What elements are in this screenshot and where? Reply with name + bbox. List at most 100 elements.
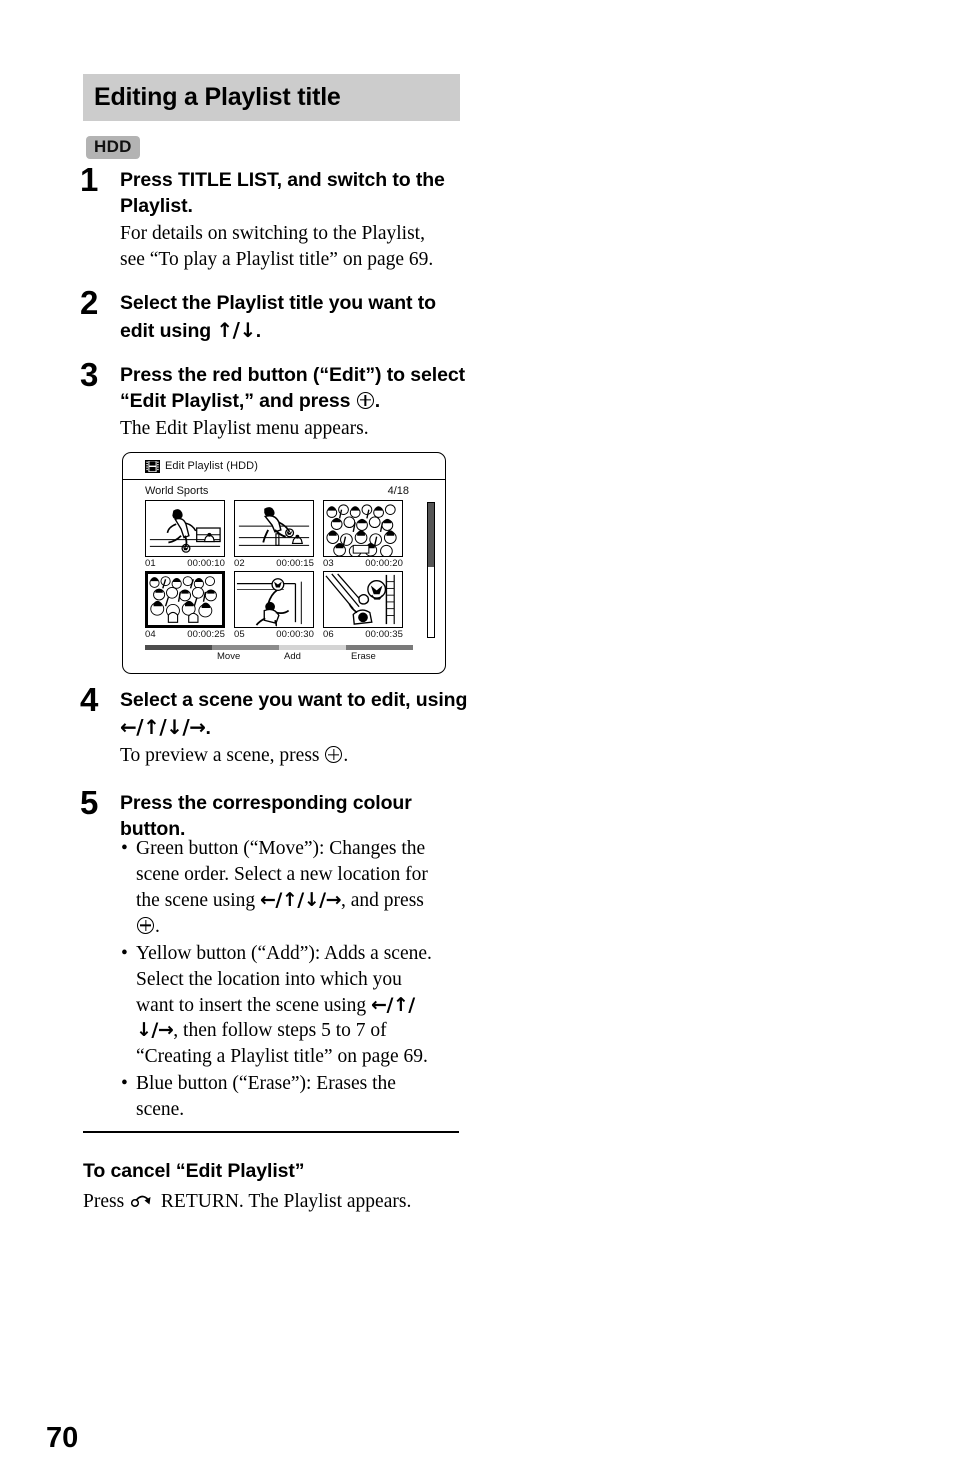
scene-meta: 02 00:00:15 xyxy=(234,557,314,569)
step-number: 4 xyxy=(80,681,99,718)
scene-number: 01 xyxy=(145,558,156,569)
scene-thumbnail-04[interactable] xyxy=(145,571,225,628)
step-heading-line2-pre: “Edit Playlist,” and press xyxy=(120,389,351,412)
enter-button-icon xyxy=(137,916,154,934)
colour-label-move: Move xyxy=(217,651,241,662)
scene-meta: 04 00:00:25 xyxy=(145,628,225,640)
step-body: The Edit Playlist menu appears. xyxy=(120,416,470,442)
scene-thumbnail-05[interactable] xyxy=(234,571,314,628)
bullet-yellow-button: Yellow button (“Add”): Adds a scene. Sel… xyxy=(120,941,470,1071)
cancel-body-pre: Press xyxy=(83,1191,125,1212)
scene-time: 00:00:35 xyxy=(365,629,403,640)
page-title: Editing a Playlist title xyxy=(94,83,341,111)
enter-button-icon xyxy=(325,746,343,764)
step-heading-line2-post: . xyxy=(205,716,211,739)
step-heading-line2-pre: edit using xyxy=(120,320,217,343)
step-body-line2: see “To play a Playlist title” on page 6… xyxy=(120,249,434,271)
step-heading: Select a scene you want to edit, using ←… xyxy=(120,688,470,741)
step-number: 1 xyxy=(80,161,99,198)
bullet-blue-button: Blue button (“Erase”): Erases the scene. xyxy=(120,1071,470,1123)
scene-number: 06 xyxy=(323,629,334,640)
scene-cell[interactable]: 05 00:00:30 xyxy=(234,571,314,640)
scene-thumbnail-06[interactable] xyxy=(323,571,403,628)
step-heading-line1: Select the Playlist title you want to xyxy=(120,292,436,315)
scene-cell[interactable]: 01 00:00:10 xyxy=(145,500,225,569)
step-body-line1: For details on switching to the Playlist… xyxy=(120,223,425,245)
step-body: For details on switching to the Playlist… xyxy=(120,221,470,273)
direction-arrows-icon: ←/↑/↓/→ xyxy=(260,888,342,911)
scene-thumbnail-01[interactable] xyxy=(145,500,225,557)
step-body: To preview a scene, press . xyxy=(120,743,470,769)
section-title-band: Editing a Playlist title xyxy=(83,74,460,121)
scene-meta: 05 00:00:30 xyxy=(234,628,314,640)
bullet-line2: scene. xyxy=(136,1099,185,1121)
scene-time: 00:00:25 xyxy=(187,629,225,640)
scene-cell[interactable]: 03 00:00:20 xyxy=(323,500,403,569)
colour-label-erase: Erase xyxy=(351,651,376,662)
step-number: 2 xyxy=(80,284,99,322)
scene-thumbnail-02[interactable] xyxy=(234,500,314,557)
step-1: 1 Press TITLE LIST, and switch to the Pl… xyxy=(80,163,470,273)
scrollbar-thumb[interactable] xyxy=(428,503,434,568)
manual-page: Editing a Playlist title HDD 1 Press TIT… xyxy=(0,0,954,1483)
colour-bar-segment-yellow xyxy=(279,645,346,650)
step-heading: Select the Playlist title you want to ed… xyxy=(120,291,470,344)
bullet-line2: scene order. Select a new location for xyxy=(136,863,428,885)
colour-button-descriptions: Green button (“Move”): Changes the scene… xyxy=(120,836,470,1124)
colour-bar-segment-blue xyxy=(346,645,413,650)
status-badge: HDD xyxy=(86,136,140,159)
colour-button-bar xyxy=(145,645,413,650)
direction-arrows-icon: ←/↑/ xyxy=(371,993,415,1016)
scene-time: 00:00:15 xyxy=(276,558,314,569)
colour-button-labels: Move Add Erase xyxy=(145,651,413,662)
cancel-section-heading: To cancel “Edit Playlist” xyxy=(83,1160,305,1182)
screen-content: World Sports 4/18 01 00:00:10 02 00:00:1… xyxy=(123,480,445,662)
direction-arrows-icon: ↑/↓ xyxy=(216,318,256,343)
step-body-post: . xyxy=(343,745,349,767)
step-heading-line1: Press the corresponding colour xyxy=(120,792,412,815)
colour-label-red xyxy=(145,651,212,662)
bullet-line4-post: . xyxy=(155,915,160,937)
playlist-name: World Sports xyxy=(145,485,209,497)
scene-cell[interactable]: 06 00:00:35 xyxy=(323,571,403,640)
step-3: 3 Press the red button (“Edit”) to selec… xyxy=(80,358,470,442)
step-number: 3 xyxy=(80,355,99,393)
direction-arrows-icon: ←/↑/↓/→ xyxy=(120,714,206,739)
tv-screen: Edit Playlist (HDD) World Sports 4/18 01… xyxy=(122,452,446,674)
colour-bar-segment-green xyxy=(212,645,279,650)
step-heading-line1: Press TITLE LIST, and switch to the xyxy=(120,169,445,191)
scene-thumbnail-grid: 01 00:00:10 02 00:00:15 03 00:00:20 04 0… xyxy=(145,500,403,640)
page-number: 70 xyxy=(46,1422,79,1454)
step-number: 5 xyxy=(80,784,99,822)
scene-cell[interactable]: 04 00:00:25 xyxy=(145,571,225,640)
scene-number: 03 xyxy=(323,558,334,569)
scene-thumbnail-03[interactable] xyxy=(323,500,403,557)
return-button-icon xyxy=(130,1191,153,1217)
screen-title: Edit Playlist (HDD) xyxy=(165,460,258,472)
bullet-line4-post: , then follow steps 5 to 7 of xyxy=(173,1020,387,1042)
section-divider xyxy=(83,1131,459,1134)
cancel-section-body: Press RETURN. The Playlist appears. xyxy=(83,1189,483,1217)
scene-time: 00:00:20 xyxy=(365,558,403,569)
film-strip-icon xyxy=(145,459,160,473)
step-heading: Press the red button (“Edit”) to select … xyxy=(120,363,470,414)
scene-cell[interactable]: 02 00:00:15 xyxy=(234,500,314,569)
bullet-line1: Yellow button (“Add”): Adds a scene. xyxy=(136,942,432,964)
edit-playlist-screen-illustration: Edit Playlist (HDD) World Sports 4/18 01… xyxy=(122,452,446,674)
scrollbar[interactable] xyxy=(427,502,435,638)
bullet-line1: Green button (“Move”): Changes the xyxy=(136,838,426,859)
colour-bar-segment-red xyxy=(145,645,212,650)
scene-time: 00:00:10 xyxy=(187,558,225,569)
scene-meta: 03 00:00:20 xyxy=(323,557,403,569)
playlist-header: World Sports 4/18 xyxy=(145,485,433,497)
step-heading-line2-post: . xyxy=(374,389,381,412)
bullet-line3-pre: want to insert the scene using xyxy=(136,994,372,1016)
scene-time: 00:00:30 xyxy=(276,629,314,640)
screen-titlebar: Edit Playlist (HDD) xyxy=(123,453,445,480)
step-4: 4 Select a scene you want to edit, using… xyxy=(80,683,470,769)
step-heading-line1: Press the red button (“Edit”) to select xyxy=(120,363,465,386)
step-body-pre: To preview a scene, press xyxy=(120,745,320,767)
step-body-line1: The Edit Playlist menu appears. xyxy=(120,418,369,440)
colour-label-add: Add xyxy=(284,651,301,662)
enter-button-icon xyxy=(356,391,374,409)
